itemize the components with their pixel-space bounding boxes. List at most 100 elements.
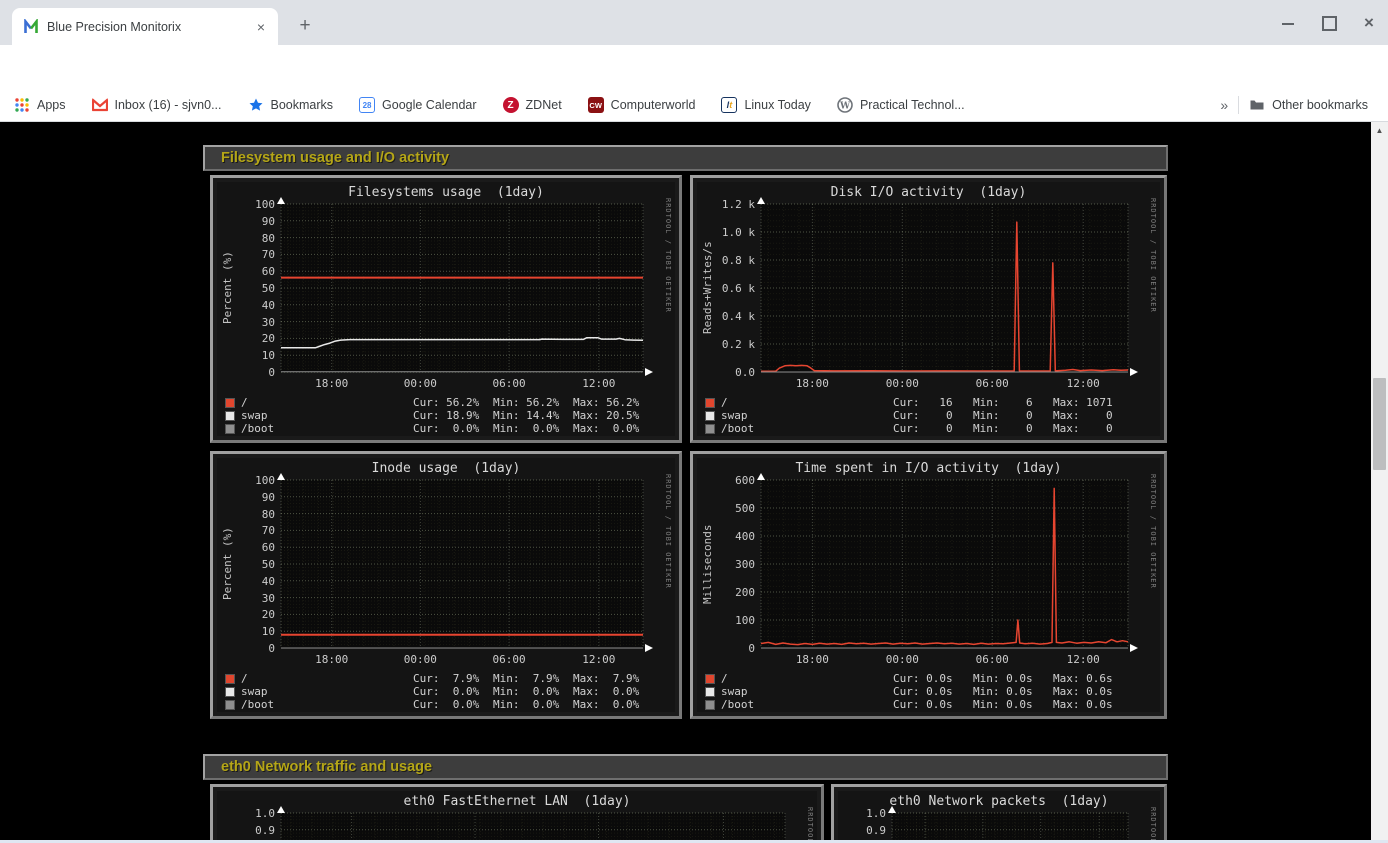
y-tick-label: 100 bbox=[227, 474, 275, 487]
chart-plot bbox=[886, 805, 1144, 843]
legend-row: /Cur: 56.2%Min: 56.2%Max: 56.2% bbox=[225, 396, 671, 409]
legend-series-name: /boot bbox=[241, 698, 274, 711]
section-title: Filesystem usage and I/O activity bbox=[221, 150, 449, 166]
x-tick-label: 00:00 bbox=[404, 653, 437, 666]
legend-min: Min: 0.0% bbox=[493, 422, 573, 435]
rrdtool-watermark: RRDTOOL / TOBI OETIKER bbox=[664, 198, 672, 313]
legend-color-swatch bbox=[225, 674, 235, 684]
scrollbar-thumb[interactable] bbox=[1373, 378, 1386, 470]
legend-cur: Cur: 0.0% bbox=[413, 685, 493, 698]
chart-panel-disk-io[interactable]: Disk I/O activity (1day)Reads+Writes/s1.… bbox=[690, 175, 1167, 443]
y-tick-label: 30 bbox=[227, 592, 275, 605]
legend-min: Min: 0.0s bbox=[973, 685, 1053, 698]
legend-cur: Cur: 0 bbox=[893, 422, 973, 435]
tab-title: Blue Precision Monitorix bbox=[47, 20, 252, 34]
legend-label: / bbox=[705, 672, 893, 685]
bookmark-apps[interactable]: Apps bbox=[14, 97, 66, 113]
chart-panel-time-io[interactable]: Time spent in I/O activity (1day)Millise… bbox=[690, 451, 1167, 719]
legend-row: swapCur: 18.9%Min: 14.4%Max: 20.5% bbox=[225, 409, 671, 422]
legend-cur: Cur: 0.0s bbox=[893, 672, 973, 685]
legend-max: Max: 0.0s bbox=[1053, 698, 1133, 711]
legend-cur: Cur: 56.2% bbox=[413, 396, 493, 409]
legend-max: Max: 20.5% bbox=[573, 409, 653, 422]
x-tick-label: 18:00 bbox=[315, 653, 348, 666]
legend-series-name: / bbox=[721, 396, 728, 409]
calendar-icon: 28 bbox=[359, 97, 375, 113]
legend-row: swapCur: 0.0%Min: 0.0%Max: 0.0% bbox=[225, 685, 671, 698]
window-maximize-button[interactable] bbox=[1320, 14, 1338, 32]
legend-color-swatch bbox=[225, 687, 235, 697]
legend-row: /Cur: 16Min: 6Max: 1071 bbox=[705, 396, 1156, 409]
y-tick-label: 90 bbox=[227, 491, 275, 504]
x-tick-label: 06:00 bbox=[976, 653, 1009, 666]
tab-close-icon[interactable]: × bbox=[252, 18, 270, 36]
x-tick-label: 18:00 bbox=[315, 377, 348, 390]
window-close-button[interactable]: × bbox=[1360, 14, 1378, 32]
y-tick-label: 40 bbox=[227, 575, 275, 588]
legend-row: /Cur: 7.9%Min: 7.9%Max: 7.9% bbox=[225, 672, 671, 685]
legend-series-name: /boot bbox=[721, 422, 754, 435]
legend-min: Min: 6 bbox=[973, 396, 1053, 409]
monitorix-page: Filesystem usage and I/O activity Filesy… bbox=[0, 122, 1388, 843]
legend-row: /bootCur: 0.0%Min: 0.0%Max: 0.0% bbox=[225, 422, 671, 435]
chart-panel-eth0-packets[interactable]: eth0 Network packets (1day)Packets/s1.00… bbox=[831, 784, 1167, 843]
y-tick-label: 0.9 bbox=[227, 824, 275, 837]
legend-color-swatch bbox=[705, 424, 715, 434]
y-tick-label: 10 bbox=[227, 625, 275, 638]
y-tick-label: 300 bbox=[707, 558, 755, 571]
legend-cur: Cur: 0.0% bbox=[413, 698, 493, 711]
legend-row: /bootCur: 0.0sMin: 0.0sMax: 0.0s bbox=[705, 698, 1156, 711]
legend-min: Min: 0.0% bbox=[493, 685, 573, 698]
bookmark-practical-technology[interactable]: W Practical Technol... bbox=[837, 97, 965, 113]
scrollbar-up-arrow[interactable]: ▲ bbox=[1371, 122, 1388, 139]
browser-tab[interactable]: Blue Precision Monitorix × bbox=[12, 8, 278, 45]
apps-grid-icon bbox=[14, 97, 30, 113]
chart-plot bbox=[275, 196, 659, 382]
zdnet-icon: Z bbox=[503, 97, 519, 113]
x-tick-label: 00:00 bbox=[404, 377, 437, 390]
y-tick-label: 0.4 k bbox=[707, 310, 755, 323]
rrdtool-watermark: RRDTOOL / TOBI OETIKER bbox=[664, 474, 672, 589]
legend-min: Min: 0.0s bbox=[973, 698, 1053, 711]
bookmark-bookmarks[interactable]: Bookmarks bbox=[248, 97, 334, 113]
x-tick-label: 12:00 bbox=[1067, 377, 1100, 390]
y-tick-label: 50 bbox=[227, 282, 275, 295]
wordpress-icon: W bbox=[837, 97, 853, 113]
chart-panel-eth0-lan[interactable]: eth0 FastEthernet LAN (1day)1.00.90.80.7… bbox=[210, 784, 824, 843]
bookmark-inbox[interactable]: Inbox (16) - sjvn0... bbox=[92, 97, 222, 113]
rrdtool-watermark: RRDTOOL / TOBI OETIKER bbox=[1149, 807, 1157, 843]
legend-min: Min: 14.4% bbox=[493, 409, 573, 422]
y-tick-label: 0 bbox=[227, 642, 275, 655]
x-tick-label: 06:00 bbox=[492, 377, 525, 390]
new-tab-button[interactable]: + bbox=[292, 13, 318, 39]
bookmark-google-calendar[interactable]: 28 Google Calendar bbox=[359, 97, 477, 113]
legend-max: Max: 0.0% bbox=[573, 685, 653, 698]
x-tick-label: 00:00 bbox=[886, 653, 919, 666]
legend-max: Max: 0 bbox=[1053, 422, 1133, 435]
legend-series-name: /boot bbox=[721, 698, 754, 711]
chart-panel-inode-usage[interactable]: Inode usage (1day)Percent (%)10090807060… bbox=[210, 451, 682, 719]
bookmarks-overflow-chevron[interactable]: » bbox=[1220, 97, 1228, 113]
vertical-scrollbar[interactable]: ▲ bbox=[1371, 122, 1388, 843]
chart-panel-filesystems-usage[interactable]: Filesystems usage (1day)Percent (%)10090… bbox=[210, 175, 682, 443]
legend-label: /boot bbox=[225, 698, 413, 711]
y-tick-label: 0 bbox=[227, 366, 275, 379]
x-tick-label: 12:00 bbox=[582, 377, 615, 390]
legend-cur: Cur: 18.9% bbox=[413, 409, 493, 422]
bookmark-linux-today[interactable]: lt Linux Today bbox=[721, 97, 811, 113]
window-minimize-button[interactable] bbox=[1280, 14, 1298, 32]
legend-series-name: swap bbox=[721, 685, 748, 698]
bookmarks-divider bbox=[1238, 96, 1239, 114]
chart-image: Time spent in I/O activity (1day)Millise… bbox=[697, 458, 1160, 712]
bookmark-computerworld[interactable]: CW Computerworld bbox=[588, 97, 696, 113]
bookmark-zdnet[interactable]: Z ZDNet bbox=[503, 97, 562, 113]
chart-image: Inode usage (1day)Percent (%)10090807060… bbox=[217, 458, 675, 712]
monitorix-favicon bbox=[23, 19, 39, 35]
legend-max: Max: 0.6s bbox=[1053, 672, 1133, 685]
y-tick-label: 1.0 k bbox=[707, 226, 755, 239]
y-tick-label: 0.2 k bbox=[707, 338, 755, 351]
x-tick-label: 00:00 bbox=[886, 377, 919, 390]
legend-min: Min: 0 bbox=[973, 409, 1053, 422]
legend-min: Min: 0.0s bbox=[973, 672, 1053, 685]
other-bookmarks[interactable]: Other bookmarks bbox=[1249, 97, 1368, 113]
